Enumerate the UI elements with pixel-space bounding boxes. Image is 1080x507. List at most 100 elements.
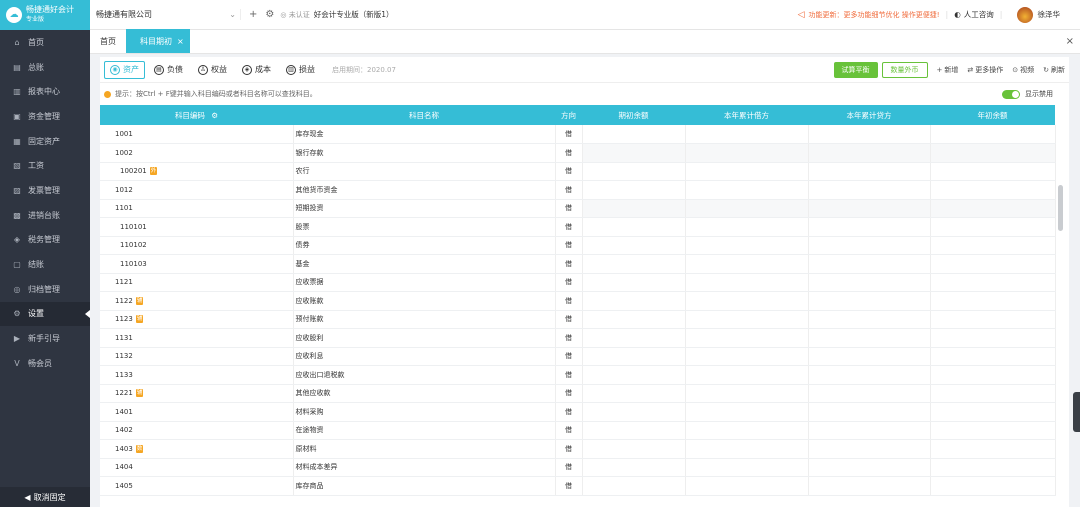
sidebar-item-9[interactable]: ▢ 结账 [0,252,90,277]
cell-year-start-input[interactable] [930,328,1056,348]
cell-ytd-credit-input[interactable] [808,199,931,218]
cell-ytd-credit-input[interactable] [808,365,931,385]
tab-opening-balance[interactable]: 科目期初 × [126,29,190,53]
unpin-sidebar-button[interactable]: ◀ 取消固定 [0,487,90,507]
table-row[interactable]: 1405 库存商品借 [100,476,1056,496]
cell-ytd-debit-input[interactable] [685,365,809,385]
cell-ytd-credit-input[interactable] [808,217,931,237]
header-code[interactable]: 科目编码 ⚙ [100,105,293,125]
table-row[interactable]: 1122 辅应收账款借 [100,291,1056,311]
cell-year-start-input[interactable] [930,217,1056,237]
cell-year-start-input[interactable] [930,347,1056,366]
sidebar-item-5[interactable]: ▧ 工资 [0,153,90,178]
cell-opening-input[interactable] [582,236,686,255]
vertical-scrollbar[interactable] [1058,185,1063,231]
cell-opening-input[interactable] [582,180,686,200]
cell-opening-input[interactable] [582,421,686,440]
company-selector[interactable]: 畅捷通有限公司 ⌄ [96,9,241,20]
more-actions-button[interactable]: ⇄ 更多操作 [967,65,1003,75]
cell-ytd-debit-input[interactable] [685,254,809,274]
cell-year-start-input[interactable] [930,310,1056,329]
cell-opening-input[interactable] [582,143,686,163]
human-consult-button[interactable]: ◐ 人工咨询 [954,9,994,20]
plus-icon[interactable]: + [249,9,257,20]
cell-ytd-debit-input[interactable] [685,439,809,459]
cell-ytd-credit-input[interactable] [808,310,931,329]
cell-year-start-input[interactable] [930,180,1056,200]
cell-ytd-credit-input[interactable] [808,439,931,459]
table-row[interactable]: 1132 应收利息借 [100,347,1056,366]
side-drawer-handle[interactable] [1073,392,1080,432]
table-row[interactable]: 1012 其他货币资金借 [100,180,1056,200]
table-row[interactable]: 1403 数原材料借 [100,439,1056,459]
refresh-button[interactable]: ↻ 刷新 [1043,65,1065,75]
update-notice[interactable]: ◁ 功能更新：更多功能细节优化 操作更便捷! [798,10,940,20]
cell-ytd-debit-input[interactable] [685,328,809,348]
cell-ytd-debit-input[interactable] [685,143,809,163]
user-name[interactable]: 徐泽华 [1038,9,1061,20]
table-row[interactable]: 1401 材料采购借 [100,402,1056,422]
account-type-tab-3[interactable]: ◈ 成本 [236,61,277,79]
cell-ytd-credit-input[interactable] [808,384,931,403]
sidebar-item-13[interactable]: V 畅会员 [0,351,90,376]
cell-ytd-credit-input[interactable] [808,180,931,200]
cell-ytd-credit-input[interactable] [808,328,931,348]
cell-ytd-debit-input[interactable] [685,384,809,403]
cell-ytd-credit-input[interactable] [808,421,931,440]
table-row[interactable]: 1402 在途物资借 [100,421,1056,440]
cell-year-start-input[interactable] [930,273,1056,292]
cell-ytd-debit-input[interactable] [685,125,809,144]
avatar[interactable] [1016,6,1033,23]
tab-home[interactable]: 首页 [90,29,126,53]
cell-opening-input[interactable] [582,125,686,144]
cell-year-start-input[interactable] [930,384,1056,403]
table-row[interactable]: 1123 辅预付账款借 [100,310,1056,329]
cell-ytd-debit-input[interactable] [685,347,809,366]
cell-ytd-credit-input[interactable] [808,162,931,181]
cell-year-start-input[interactable] [930,125,1056,144]
cell-opening-input[interactable] [582,254,686,274]
cell-ytd-credit-input[interactable] [808,476,931,496]
cell-ytd-credit-input[interactable] [808,143,931,163]
cell-ytd-debit-input[interactable] [685,180,809,200]
video-button[interactable]: ⊙ 视频 [1012,65,1034,75]
app-logo[interactable]: ☁ 畅捷通好会计 专业版 [0,0,90,30]
cell-year-start-input[interactable] [930,439,1056,459]
cell-year-start-input[interactable] [930,421,1056,440]
cell-year-start-input[interactable] [930,236,1056,255]
cell-ytd-credit-input[interactable] [808,347,931,366]
sidebar-item-2[interactable]: ▥ 报表中心 [0,79,90,104]
cell-ytd-debit-input[interactable] [685,217,809,237]
cell-year-start-input[interactable] [930,458,1056,477]
table-row[interactable]: 100201 外农行借 [100,162,1056,181]
cell-ytd-debit-input[interactable] [685,236,809,255]
table-row[interactable]: 1131 应收股利借 [100,328,1056,348]
account-type-tab-2[interactable]: ♙ 权益 [192,61,233,79]
table-row[interactable]: 110103 基金借 [100,254,1056,274]
cell-year-start-input[interactable] [930,143,1056,163]
cell-opening-input[interactable] [582,273,686,292]
sidebar-item-7[interactable]: ▩ 进销台账 [0,203,90,228]
account-type-tab-4[interactable]: ▥ 损益 [280,61,321,79]
cell-opening-input[interactable] [582,162,686,181]
sidebar-item-10[interactable]: ◎ 归档管理 [0,277,90,302]
cell-ytd-credit-input[interactable] [808,236,931,255]
cell-opening-input[interactable] [582,402,686,422]
cell-year-start-input[interactable] [930,402,1056,422]
sidebar-item-4[interactable]: ▦ 固定资产 [0,129,90,154]
cell-opening-input[interactable] [582,347,686,366]
cell-opening-input[interactable] [582,328,686,348]
add-button[interactable]: + 新增 [937,65,959,75]
cell-ytd-debit-input[interactable] [685,310,809,329]
cell-ytd-debit-input[interactable] [685,291,809,311]
cell-ytd-debit-input[interactable] [685,458,809,477]
sidebar-item-11[interactable]: ⚙ 设置 [0,301,90,327]
verify-status[interactable]: ◎ 未认证 [280,10,309,20]
cell-ytd-debit-input[interactable] [685,273,809,292]
cell-opening-input[interactable] [582,384,686,403]
table-row[interactable]: 1001 库存现金借 [100,125,1056,144]
show-disabled-toggle[interactable] [1002,89,1020,99]
table-row[interactable]: 1002 银行存款借 [100,143,1056,163]
cell-ytd-credit-input[interactable] [808,254,931,274]
account-type-tab-1[interactable]: ▤ 负债 [148,61,189,79]
